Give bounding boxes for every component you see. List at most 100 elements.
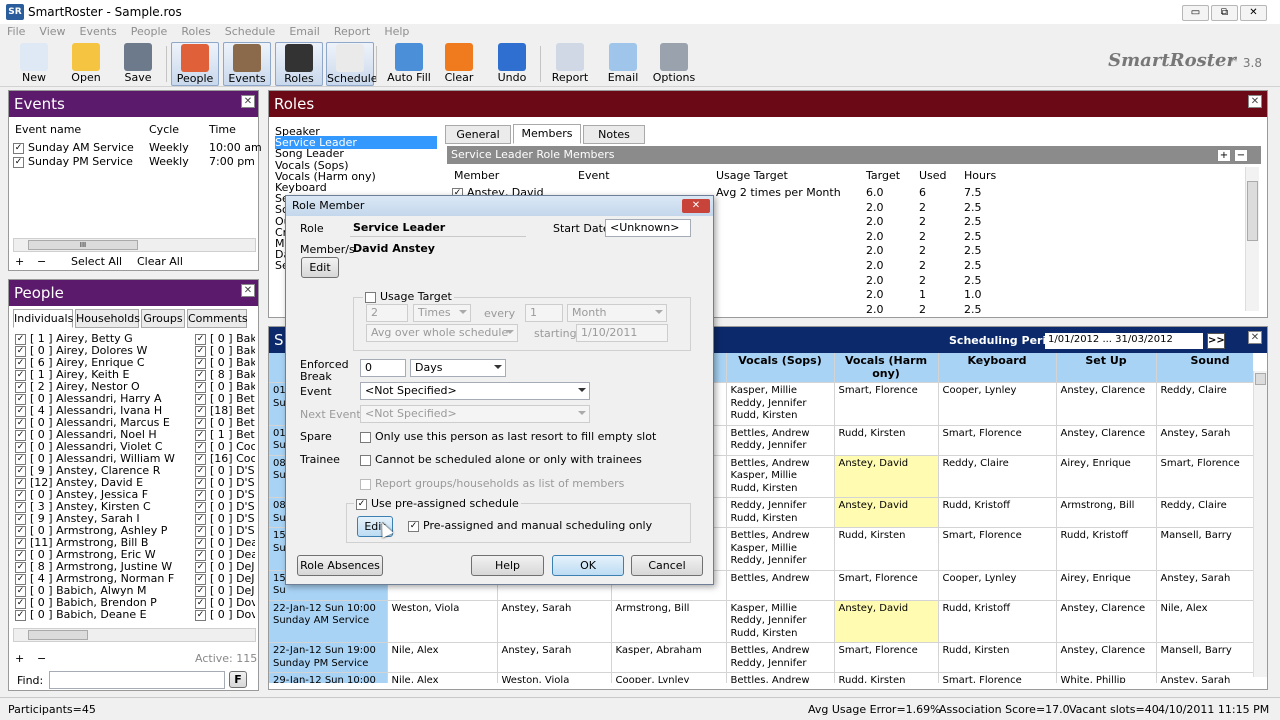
avg-dropdown[interactable]: Avg over whole schedule [366,324,518,342]
schedule-cell[interactable]: Nile, Alex [387,672,498,683]
times-dropdown[interactable]: Times [413,304,471,322]
close-window-button[interactable]: ✕ [1240,5,1267,21]
checkbox[interactable]: ✓ [195,357,206,369]
schedule-date-cell[interactable]: 29-Jan-12 Sun 10:00Sunday AM Service [269,672,388,683]
preassigned-only-checkbox[interactable]: ✓ Pre-assigned and manual scheduling only [408,519,652,532]
schedule-close-icon[interactable]: ✕ [1248,331,1262,344]
col-event[interactable]: Event [578,169,610,182]
roles-close-icon[interactable]: ✕ [1248,95,1262,108]
schedule-cell[interactable]: Rudd, Kirsten [834,672,939,683]
schedule-cell[interactable]: Kasper, Millie Reddy, Jennifer Rudd, Kir… [726,600,835,643]
checkbox[interactable]: ✓ [195,573,206,585]
report-button[interactable]: Report [546,42,594,86]
schedule-cell[interactable]: Bettles, Andrew Kasper, Millie [726,672,835,683]
menu-help[interactable]: Help [377,24,416,40]
checkbox[interactable]: ✓ [195,489,206,501]
schedule-cell[interactable]: Kasper, Millie Reddy, Jennifer Rudd, Kir… [726,382,835,426]
scroll-thumb[interactable] [1247,181,1258,241]
trainee-checkbox[interactable]: Cannot be scheduled alone or only with t… [360,453,642,466]
checkbox[interactable]: ✓ [13,156,24,168]
edit-member-button[interactable]: Edit [301,257,339,278]
events-hscrollbar[interactable]: III [13,238,256,252]
checkbox[interactable]: ✓ [356,498,367,510]
checkbox[interactable]: ✓ [15,417,26,429]
scroll-thumb[interactable]: III [28,240,138,250]
checkbox[interactable]: ✓ [408,520,419,532]
col-used[interactable]: Used [919,169,947,182]
clear-all-button[interactable]: Clear All [137,255,183,268]
checkbox[interactable]: ✓ [195,597,206,609]
schedule-date-cell[interactable]: 22-Jan-12 Sun 10:00 Sunday AM Service [269,600,388,643]
enforced-unit-dropdown[interactable]: Days [410,359,506,377]
events-button[interactable]: Events [223,42,271,86]
schedule-col-header[interactable]: Keyboard [938,353,1057,383]
checkbox[interactable]: ✓ [15,441,26,453]
checkbox[interactable] [360,478,371,490]
checkbox[interactable]: ✓ [195,393,206,405]
schedule-cell[interactable]: Airey, Enrique [1056,570,1157,601]
checkbox[interactable]: ✓ [195,333,206,345]
schedule-cell[interactable]: Reddy, Claire [1156,382,1253,426]
checkbox[interactable]: ✓ [15,513,26,525]
dialog-close-icon[interactable]: ✕ [682,199,710,213]
checkbox[interactable]: ✓ [195,561,206,573]
schedule-cell[interactable]: Smart, Florence [834,642,939,673]
checkbox[interactable] [360,431,371,443]
schedule-button[interactable]: Schedule [326,42,378,86]
schedule-cell[interactable]: Rudd, Kirsten [834,425,939,456]
enforced-break-input[interactable]: 0 [360,359,406,377]
checkbox[interactable]: ✓ [195,369,206,381]
checkbox[interactable]: ✓ [15,585,26,597]
schedule-date-cell[interactable]: 22-Jan-12 Sun 19:00 Sunday PM Service [269,642,388,673]
schedule-col-header[interactable]: Vocals (Harm ony) [834,353,939,383]
checkbox[interactable]: ✓ [15,429,26,441]
schedule-cell[interactable]: Anstey, Sarah [1156,672,1253,683]
col-time[interactable]: Time [209,123,236,136]
checkbox[interactable]: ✓ [195,609,206,621]
menu-view[interactable]: View [32,24,72,40]
people-hscrollbar[interactable] [13,628,256,642]
col-usage-target[interactable]: Usage Target [716,169,788,182]
menu-people[interactable]: People [124,24,175,40]
col-member[interactable]: Member [454,169,499,182]
checkbox[interactable]: ✓ [15,489,26,501]
event-row[interactable]: ✓ Sunday PM Service [13,155,133,168]
schedule-col-header[interactable]: Sound [1156,353,1253,383]
roles-button[interactable]: Roles [275,42,323,86]
checkbox[interactable]: ✓ [15,345,26,357]
checkbox[interactable]: ✓ [15,501,26,513]
help-button[interactable]: Help [471,555,544,576]
event-row[interactable]: ✓ Sunday AM Service [13,141,134,154]
remove-member-button[interactable]: − [1234,149,1248,162]
checkbox[interactable]: ✓ [195,429,206,441]
tab-members[interactable]: Members [513,124,581,144]
remove-person-button[interactable]: − [37,652,46,665]
clear-button[interactable]: Clear [436,42,482,86]
scroll-thumb[interactable] [28,630,88,640]
schedule-cell[interactable]: Anstey, David [834,600,939,643]
checkbox[interactable]: ✓ [195,465,206,477]
schedule-cell[interactable]: Rudd, Kristoff [938,497,1057,528]
checkbox[interactable]: ✓ [15,393,26,405]
add-member-button[interactable]: + [1217,149,1231,162]
checkbox[interactable]: ✓ [195,441,206,453]
schedule-cell[interactable]: Bettles, Andrew Kasper, Millie Reddy, Je… [726,527,835,571]
spare-checkbox[interactable]: Only use this person as last resort to f… [360,430,656,443]
period-forward-button[interactable]: >> [1207,333,1225,349]
schedule-cell[interactable]: Nile, Alex [1156,600,1253,643]
checkbox[interactable]: ✓ [15,369,26,381]
next-event-dropdown[interactable]: <Not Specified> [360,405,590,423]
menu-email[interactable]: Email [282,24,327,40]
schedule-cell[interactable]: Cooper, Lynley [938,570,1057,601]
schedule-cell[interactable]: Rudd, Kristoff [938,600,1057,643]
tab-individuals[interactable]: Individuals [13,309,73,328]
schedule-vscrollbar[interactable] [1253,371,1267,677]
tab-comments[interactable]: Comments [187,309,248,328]
preassigned-checkbox[interactable]: ✓ Use pre-assigned schedule [354,497,521,510]
tab-households[interactable]: Households [75,309,140,328]
schedule-cell[interactable]: Smart, Florence [938,672,1057,683]
scheduling-period-input[interactable]: 1/01/2012 ... 31/03/2012 [1045,333,1203,349]
tab-notes[interactable]: Notes [583,125,645,144]
people-button[interactable]: People [171,42,219,86]
checkbox[interactable]: ✓ [195,513,206,525]
